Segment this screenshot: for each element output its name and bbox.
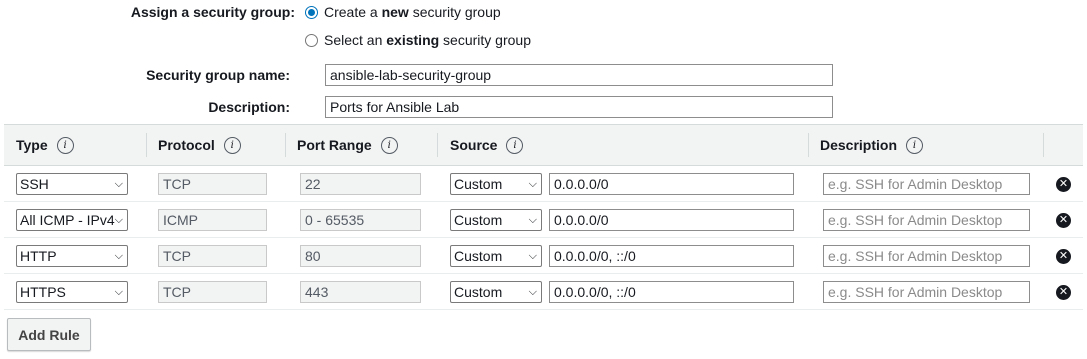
source-cidr-input[interactable]: 0.0.0.0/0, ::/0 bbox=[549, 245, 794, 267]
column-header-port-range: Port Range i bbox=[297, 125, 398, 165]
remove-rule-icon[interactable]: ✕ bbox=[1056, 249, 1071, 264]
add-rule-button[interactable]: Add Rule bbox=[7, 318, 91, 351]
chevron-down-icon: ⌵ bbox=[114, 214, 123, 226]
chevron-down-icon: ⌵ bbox=[528, 286, 537, 298]
type-select[interactable]: All ICMP - IPv4 ⌵ bbox=[16, 209, 128, 231]
source-select[interactable]: Custom ⌵ bbox=[450, 209, 542, 231]
row-divider bbox=[4, 273, 1083, 274]
rule-description-input[interactable]: e.g. SSH for Admin Desktop bbox=[823, 209, 1030, 231]
row-divider bbox=[4, 237, 1083, 238]
column-divider bbox=[146, 133, 147, 157]
rule-description-input[interactable]: e.g. SSH for Admin Desktop bbox=[823, 281, 1030, 303]
column-header-source: Source i bbox=[450, 125, 524, 165]
protocol-field: ICMP bbox=[158, 209, 267, 231]
rule-description-input[interactable]: e.g. SSH for Admin Desktop bbox=[823, 173, 1030, 195]
source-select[interactable]: Custom ⌵ bbox=[450, 281, 542, 303]
protocol-field: TCP bbox=[158, 245, 267, 267]
chevron-down-icon: ⌵ bbox=[528, 214, 537, 226]
protocol-field: TCP bbox=[158, 281, 267, 303]
source-select[interactable]: Custom ⌵ bbox=[450, 173, 542, 195]
column-header-type: Type i bbox=[16, 125, 74, 165]
column-header-description: Description i bbox=[820, 125, 924, 165]
rule-description-input[interactable]: e.g. SSH for Admin Desktop bbox=[823, 245, 1030, 267]
source-cidr-input[interactable]: 0.0.0.0/0, ::/0 bbox=[549, 281, 794, 303]
chevron-down-icon: ⌵ bbox=[114, 250, 123, 262]
row-divider bbox=[4, 309, 1083, 310]
chevron-down-icon: ⌵ bbox=[114, 178, 123, 190]
port-range-field: 80 bbox=[300, 245, 421, 267]
port-range-field: 443 bbox=[300, 281, 421, 303]
rules-table-header: Type i Protocol i Port Range i Source i … bbox=[4, 124, 1083, 166]
group-name-input[interactable]: ansible-lab-security-group bbox=[325, 64, 833, 86]
column-header-protocol: Protocol i bbox=[158, 125, 241, 165]
remove-rule-icon[interactable]: ✕ bbox=[1056, 213, 1071, 228]
column-divider bbox=[1043, 133, 1044, 157]
source-select[interactable]: Custom ⌵ bbox=[450, 245, 542, 267]
radio-button-unchecked[interactable] bbox=[305, 33, 318, 47]
column-divider bbox=[808, 133, 809, 157]
group-description-label: Description: bbox=[208, 99, 290, 115]
port-range-field: 0 - 65535 bbox=[300, 209, 421, 231]
type-select[interactable]: HTTPS ⌵ bbox=[16, 281, 128, 303]
info-icon[interactable]: i bbox=[906, 136, 924, 154]
info-icon[interactable]: i bbox=[56, 136, 74, 154]
column-divider bbox=[437, 133, 438, 157]
chevron-down-icon: ⌵ bbox=[528, 250, 537, 262]
port-range-field: 22 bbox=[300, 173, 421, 195]
radio-create-new[interactable]: Create a new security group bbox=[305, 4, 501, 20]
radio-select-existing-label: Select an existing security group bbox=[324, 32, 531, 48]
info-icon[interactable]: i bbox=[223, 136, 241, 154]
type-select[interactable]: SSH ⌵ bbox=[16, 173, 128, 195]
remove-rule-icon[interactable]: ✕ bbox=[1056, 177, 1071, 192]
source-cidr-input[interactable]: 0.0.0.0/0 bbox=[549, 173, 794, 195]
assign-group-label: Assign a security group: bbox=[130, 4, 295, 20]
column-divider bbox=[285, 133, 286, 157]
remove-rule-icon[interactable]: ✕ bbox=[1056, 285, 1071, 300]
info-icon[interactable]: i bbox=[380, 136, 398, 154]
group-name-label: Security group name: bbox=[146, 67, 290, 83]
chevron-down-icon: ⌵ bbox=[114, 286, 123, 298]
protocol-field: TCP bbox=[158, 173, 267, 195]
group-description-input[interactable]: Ports for Ansible Lab bbox=[325, 96, 833, 118]
type-select[interactable]: HTTP ⌵ bbox=[16, 245, 128, 267]
chevron-down-icon: ⌵ bbox=[528, 178, 537, 190]
source-cidr-input[interactable]: 0.0.0.0/0 bbox=[549, 209, 794, 231]
radio-button-checked[interactable] bbox=[305, 5, 318, 19]
radio-select-existing[interactable]: Select an existing security group bbox=[305, 32, 531, 48]
row-divider bbox=[4, 201, 1083, 202]
info-icon[interactable]: i bbox=[506, 136, 524, 154]
radio-create-new-label: Create a new security group bbox=[324, 4, 501, 20]
